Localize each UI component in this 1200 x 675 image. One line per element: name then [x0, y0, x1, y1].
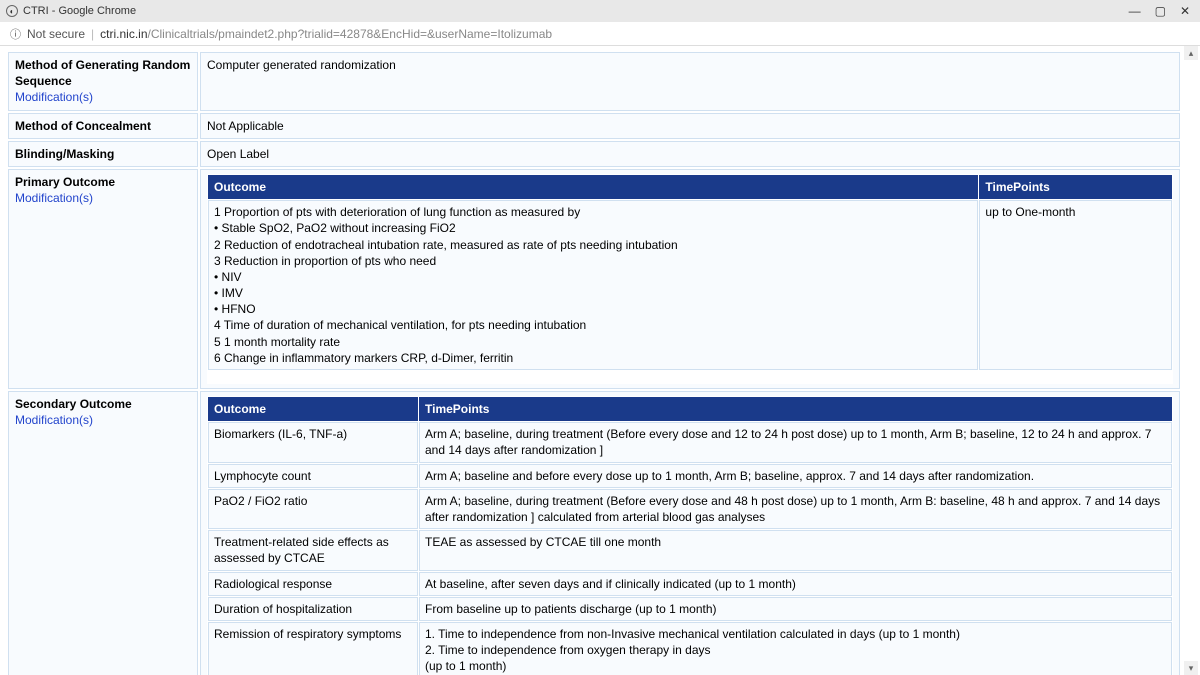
table-row: Treatment-related side effects as assess… [208, 530, 1172, 570]
secondary-timepoints: 1. Time to independence from non-Invasiv… [419, 622, 1172, 675]
row-label: Method of Concealment [8, 113, 198, 139]
table-row: Duration of hospitalizationFrom baseline… [208, 597, 1172, 621]
scroll-down-button[interactable]: ▾ [1184, 661, 1198, 675]
row-value: Computer generated randomization [200, 52, 1180, 111]
secondary-timepoints: TEAE as assessed by CTCAE till one month [419, 530, 1172, 570]
app-favicon: ◐ [6, 5, 18, 17]
row-label: Primary Outcome [15, 175, 115, 189]
table-row: Radiological responseAt baseline, after … [208, 572, 1172, 596]
table-row: Blinding/Masking Open Label [8, 141, 1180, 167]
secondary-outcome: Remission of respiratory symptoms [208, 622, 418, 675]
modification-link[interactable]: Modification(s) [15, 413, 93, 427]
page-content: Method of Generating Random Sequence Mod… [0, 46, 1200, 675]
primary-outcome-body: 1 Proportion of pts with deterioration o… [208, 200, 978, 370]
minimize-button[interactable]: — [1129, 4, 1141, 18]
table-row: PaO2 / FiO2 ratioArm A; baseline, during… [208, 489, 1172, 529]
table-row: Method of Concealment Not Applicable [8, 113, 1180, 139]
scroll-up-button[interactable]: ▴ [1184, 46, 1198, 60]
not-secure-icon: ⓘ [10, 26, 21, 42]
row-value: Open Label [200, 141, 1180, 167]
table-row: Remission of respiratory symptoms1. Time… [208, 622, 1172, 675]
window-titlebar: ◐ CTRI - Google Chrome — ▢ ✕ [0, 0, 1200, 22]
secondary-outcome: Radiological response [208, 572, 418, 596]
col-header: TimePoints [419, 397, 1172, 421]
row-label: Method of Generating Random Sequence [15, 58, 190, 88]
modification-link[interactable]: Modification(s) [15, 191, 93, 205]
col-header: TimePoints [979, 175, 1172, 199]
secondary-outcome: PaO2 / FiO2 ratio [208, 489, 418, 529]
secondary-timepoints: At baseline, after seven days and if cli… [419, 572, 1172, 596]
security-label: Not secure [27, 27, 85, 41]
address-bar[interactable]: ⓘ Not secure | ctri.nic.in /Clinicaltria… [0, 22, 1200, 46]
primary-outcome-table: Outcome TimePoints 1 Proportion of pts w… [207, 174, 1173, 384]
secondary-timepoints: Arm A; baseline, during treatment (Befor… [419, 489, 1172, 529]
url-host: ctri.nic.in [100, 27, 147, 41]
secondary-outcome-table: Outcome TimePoints Biomarkers (IL-6, TNF… [207, 396, 1173, 675]
row-label: Blinding/Masking [8, 141, 198, 167]
window-controls: — ▢ ✕ [1129, 4, 1194, 18]
maximize-button[interactable]: ▢ [1155, 4, 1166, 18]
window-title: CTRI - Google Chrome [23, 5, 1129, 17]
col-header: Outcome [208, 175, 978, 199]
table-row: Biomarkers (IL-6, TNF-a)Arm A; baseline,… [208, 422, 1172, 462]
row-label: Secondary Outcome [15, 397, 132, 411]
table-row: Secondary Outcome Modification(s) Outcom… [8, 391, 1180, 675]
secondary-timepoints: Arm A; baseline and before every dose up… [419, 464, 1172, 488]
secondary-timepoints: Arm A; baseline, during treatment (Befor… [419, 422, 1172, 462]
url-path: /Clinicaltrials/pmaindet2.php?trialid=42… [148, 27, 553, 41]
table-row: Method of Generating Random Sequence Mod… [8, 52, 1180, 111]
trial-details-table: Method of Generating Random Sequence Mod… [6, 50, 1182, 675]
close-button[interactable]: ✕ [1180, 4, 1190, 18]
secondary-timepoints: From baseline up to patients discharge (… [419, 597, 1172, 621]
row-value: Not Applicable [200, 113, 1180, 139]
table-row: Primary Outcome Modification(s) Outcome … [8, 169, 1180, 389]
secondary-outcome: Lymphocyte count [208, 464, 418, 488]
secondary-outcome: Duration of hospitalization [208, 597, 418, 621]
secondary-outcome: Biomarkers (IL-6, TNF-a) [208, 422, 418, 462]
secondary-outcome: Treatment-related side effects as assess… [208, 530, 418, 570]
table-row: Lymphocyte countArm A; baseline and befo… [208, 464, 1172, 488]
primary-timepoints: up to One-month [979, 200, 1172, 370]
col-header: Outcome [208, 397, 418, 421]
modification-link[interactable]: Modification(s) [15, 90, 93, 104]
